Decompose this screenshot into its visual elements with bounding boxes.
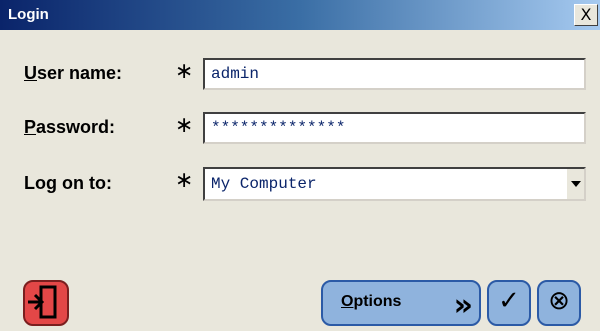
logon-required-icon: ∗ <box>175 168 194 193</box>
cancel-icon: ⊗ <box>548 286 570 316</box>
username-label: User name: <box>24 63 123 83</box>
chevron-right-icon: » <box>453 288 474 323</box>
window-title: Login <box>8 6 49 23</box>
logon-select-value: My Computer <box>211 175 317 193</box>
exit-button[interactable] <box>23 280 69 326</box>
exit-door-icon <box>28 285 57 319</box>
check-icon: ✓ <box>498 286 520 316</box>
options-label: Options <box>341 293 402 310</box>
password-required-icon: ∗ <box>175 113 194 138</box>
close-button[interactable]: X <box>574 4 598 26</box>
ok-button[interactable]: ✓ <box>487 280 531 326</box>
options-button[interactable]: Options » <box>321 280 481 326</box>
password-input[interactable] <box>203 112 586 144</box>
logon-label: Log on to: <box>24 173 112 193</box>
cancel-button[interactable]: ⊗ <box>537 280 581 326</box>
title-bar: Login X <box>0 0 600 30</box>
username-required-icon: ∗ <box>175 59 194 84</box>
password-label: Password: <box>24 117 116 137</box>
chevron-down-icon[interactable] <box>566 169 584 199</box>
logon-select[interactable]: My Computer <box>203 167 586 201</box>
close-icon: X <box>580 5 592 24</box>
username-input[interactable] <box>203 58 586 90</box>
